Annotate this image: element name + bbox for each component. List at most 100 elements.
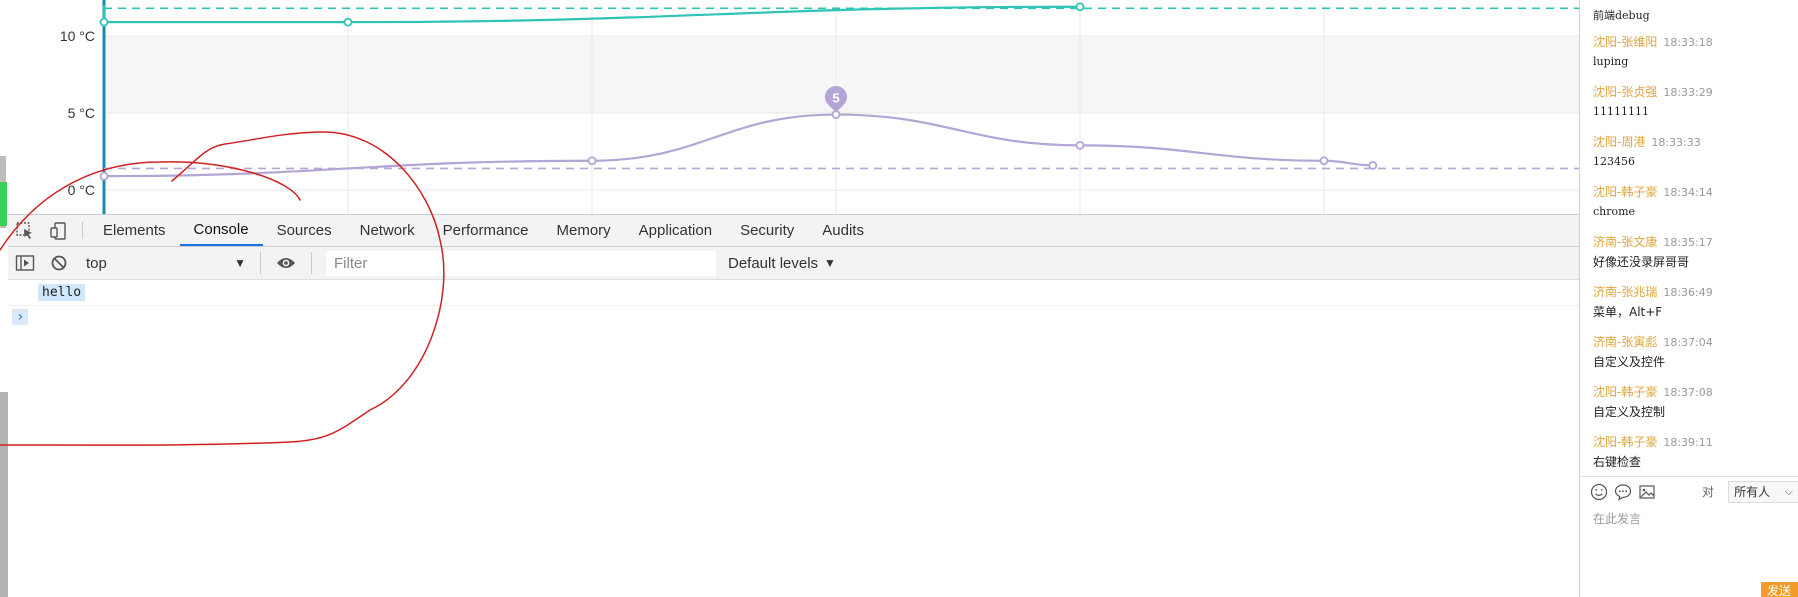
speech-bubble-icon	[1614, 483, 1632, 501]
console-message-text: hello	[38, 284, 86, 301]
chat-message-meta: 沈阳-张贞强 18:33:29	[1593, 84, 1793, 101]
chat-message-text: 菜单，Alt+F	[1593, 305, 1663, 319]
chat-message-text: 123456	[1593, 155, 1635, 168]
inspect-element-button[interactable]	[8, 215, 42, 246]
chat-sender-name: 济南-张兆瑞	[1593, 285, 1658, 299]
chat-message-list[interactable]: 前端debug 沈阳-张维阳 18:33:18 luping 沈阳-张贞强 18:3…	[1580, 0, 1798, 475]
tab-application[interactable]: Application	[625, 215, 726, 246]
smiley-icon	[1590, 483, 1608, 500]
chat-message: 前端debug	[1593, 5, 1793, 24]
chat-message: 济南-张寅彪 18:37:04 自定义及控件	[1593, 334, 1793, 370]
chevron-down-icon: ⌵	[1784, 484, 1794, 498]
chat-message-text: 右键检查	[1593, 455, 1642, 469]
chat-message-time: 18:33:18	[1663, 36, 1713, 49]
chat-message-meta: 沈阳-张维阳 18:33:18	[1593, 34, 1793, 51]
image-icon	[1639, 484, 1655, 499]
temperature-chart: 10 °C 5 °C 0 °C 5	[60, 0, 1580, 214]
console-filter-input[interactable]	[326, 250, 716, 276]
console-output[interactable]: hello ›	[8, 280, 1580, 328]
chat-sender-name: 沈阳-张维阳	[1593, 35, 1658, 49]
chat-message-time: 18:33:29	[1663, 86, 1713, 99]
chat-message: 沈阳-张贞强 18:33:29 11111111	[1593, 84, 1793, 120]
tab-security[interactable]: Security	[726, 215, 808, 246]
chat-message-meta: 沈阳-周港 18:33:33	[1593, 134, 1793, 151]
sidebar-toggle-icon	[15, 255, 35, 271]
tab-memory[interactable]: Memory	[543, 215, 625, 246]
chat-message-text: chrome	[1593, 205, 1636, 218]
execution-context-value: top	[86, 254, 107, 272]
toolbar-separator	[260, 252, 261, 274]
clear-console-button[interactable]	[42, 247, 76, 280]
chat-message-time: 18:35:17	[1663, 236, 1713, 249]
tab-audits[interactable]: Audits	[808, 215, 878, 246]
log-levels-dropdown[interactable]: Default levels ▼	[728, 255, 836, 272]
tab-sources[interactable]: Sources	[263, 215, 346, 246]
chat-sender-name: 沈阳-韩子豪	[1593, 185, 1658, 199]
tab-console[interactable]: Console	[179, 215, 263, 246]
inspect-cursor-icon	[16, 221, 32, 239]
device-toolbar-button[interactable]	[42, 215, 76, 246]
recipient-select[interactable]: 所有人 ⌵	[1728, 480, 1798, 503]
y-axis-tick-label: 5 °C	[68, 105, 95, 121]
chat-message-meta: 沈阳-韩子豪 18:37:08	[1593, 384, 1793, 401]
tab-network[interactable]: Network	[346, 215, 429, 246]
chat-message: 济南-张兆瑞 18:36:49 菜单，Alt+F	[1593, 284, 1793, 320]
series-point	[587, 156, 597, 166]
chat-message-text: 前端debug	[1593, 9, 1650, 22]
series-point	[1075, 140, 1085, 150]
show-sidebar-button[interactable]	[8, 247, 42, 280]
tab-performance[interactable]: Performance	[429, 215, 543, 246]
prompt-chevron-icon: ›	[12, 309, 29, 325]
chat-message-time: 18:36:49	[1663, 286, 1713, 299]
chat-toolbar: 对 所有人 ⌵	[1580, 476, 1798, 506]
live-expression-button[interactable]	[269, 247, 303, 280]
recipient-value: 所有人	[1734, 485, 1771, 499]
chat-message-meta: 沈阳-韩子豪 18:34:14	[1593, 184, 1793, 201]
execution-context-select[interactable]: top ▼	[80, 251, 252, 276]
y-axis-tick-labels: 10 °C 5 °C 0 °C	[60, 28, 95, 198]
toolbar-separator	[311, 252, 312, 274]
device-mode-icon	[50, 221, 66, 240]
y-axis-tick-label: 10 °C	[60, 28, 95, 44]
devtools-tabbar: Elements Console Sources Network Perform…	[8, 214, 1580, 247]
chat-message-meta: 沈阳-韩子豪 18:39:11	[1593, 434, 1793, 451]
chat-message-meta: 济南-张寅彪 18:37:04	[1593, 334, 1793, 351]
quick-reply-button[interactable]	[1614, 481, 1632, 503]
chat-message-time: 18:37:04	[1663, 336, 1713, 349]
chat-sender-name: 沈阳-韩子豪	[1593, 435, 1658, 449]
chat-message-time: 18:34:14	[1663, 186, 1713, 199]
series-point	[1075, 2, 1085, 12]
chat-message-time: 18:33:33	[1651, 136, 1701, 149]
series-line	[103, 113, 1373, 178]
console-prompt[interactable]: ›	[8, 306, 1580, 328]
chat-sender-name: 沈阳-韩子豪	[1593, 385, 1658, 399]
dropdown-arrow-icon: ▼	[234, 256, 246, 270]
chat-sender-name: 沈阳-周港	[1593, 135, 1646, 149]
chat-message-input[interactable]: 在此发言	[1593, 510, 1788, 570]
devtools-panel: Elements Console Sources Network Perform…	[8, 214, 1580, 597]
chat-sender-name: 沈阳-张贞强	[1593, 85, 1658, 99]
send-button[interactable]: 发送	[1761, 582, 1798, 597]
chat-message-text: luping	[1593, 55, 1629, 68]
tab-elements[interactable]: Elements	[89, 215, 180, 246]
dropdown-arrow-icon: ▼	[824, 256, 836, 270]
series-point	[1319, 156, 1329, 166]
chat-message: 沈阳-韩子豪 18:39:11 右键检查	[1593, 434, 1793, 470]
chat-message-meta: 济南-张兆瑞 18:36:49	[1593, 284, 1793, 301]
chat-sender-name: 济南-张寅彪	[1593, 335, 1658, 349]
chat-message-text: 11111111	[1593, 105, 1649, 118]
chat-message-time: 18:39:11	[1663, 436, 1713, 449]
emoji-button[interactable]	[1590, 481, 1608, 503]
chat-message-text: 自定义及控制	[1593, 405, 1666, 419]
y-axis-tick-label: 0 °C	[68, 182, 95, 198]
send-image-button[interactable]	[1638, 481, 1656, 503]
clear-console-icon	[51, 255, 67, 271]
chat-message: 济南-张文康 18:35:17 好像还没录屏哥哥	[1593, 234, 1793, 270]
console-toolbar: top ▼ Default levels ▼	[8, 247, 1580, 280]
series-point	[99, 17, 109, 27]
console-message: hello	[8, 280, 1580, 306]
chat-message-text: 好像还没录屏哥哥	[1593, 255, 1690, 269]
chart-grid	[102, 0, 1580, 214]
series-point	[99, 171, 109, 181]
eye-icon	[277, 258, 295, 268]
